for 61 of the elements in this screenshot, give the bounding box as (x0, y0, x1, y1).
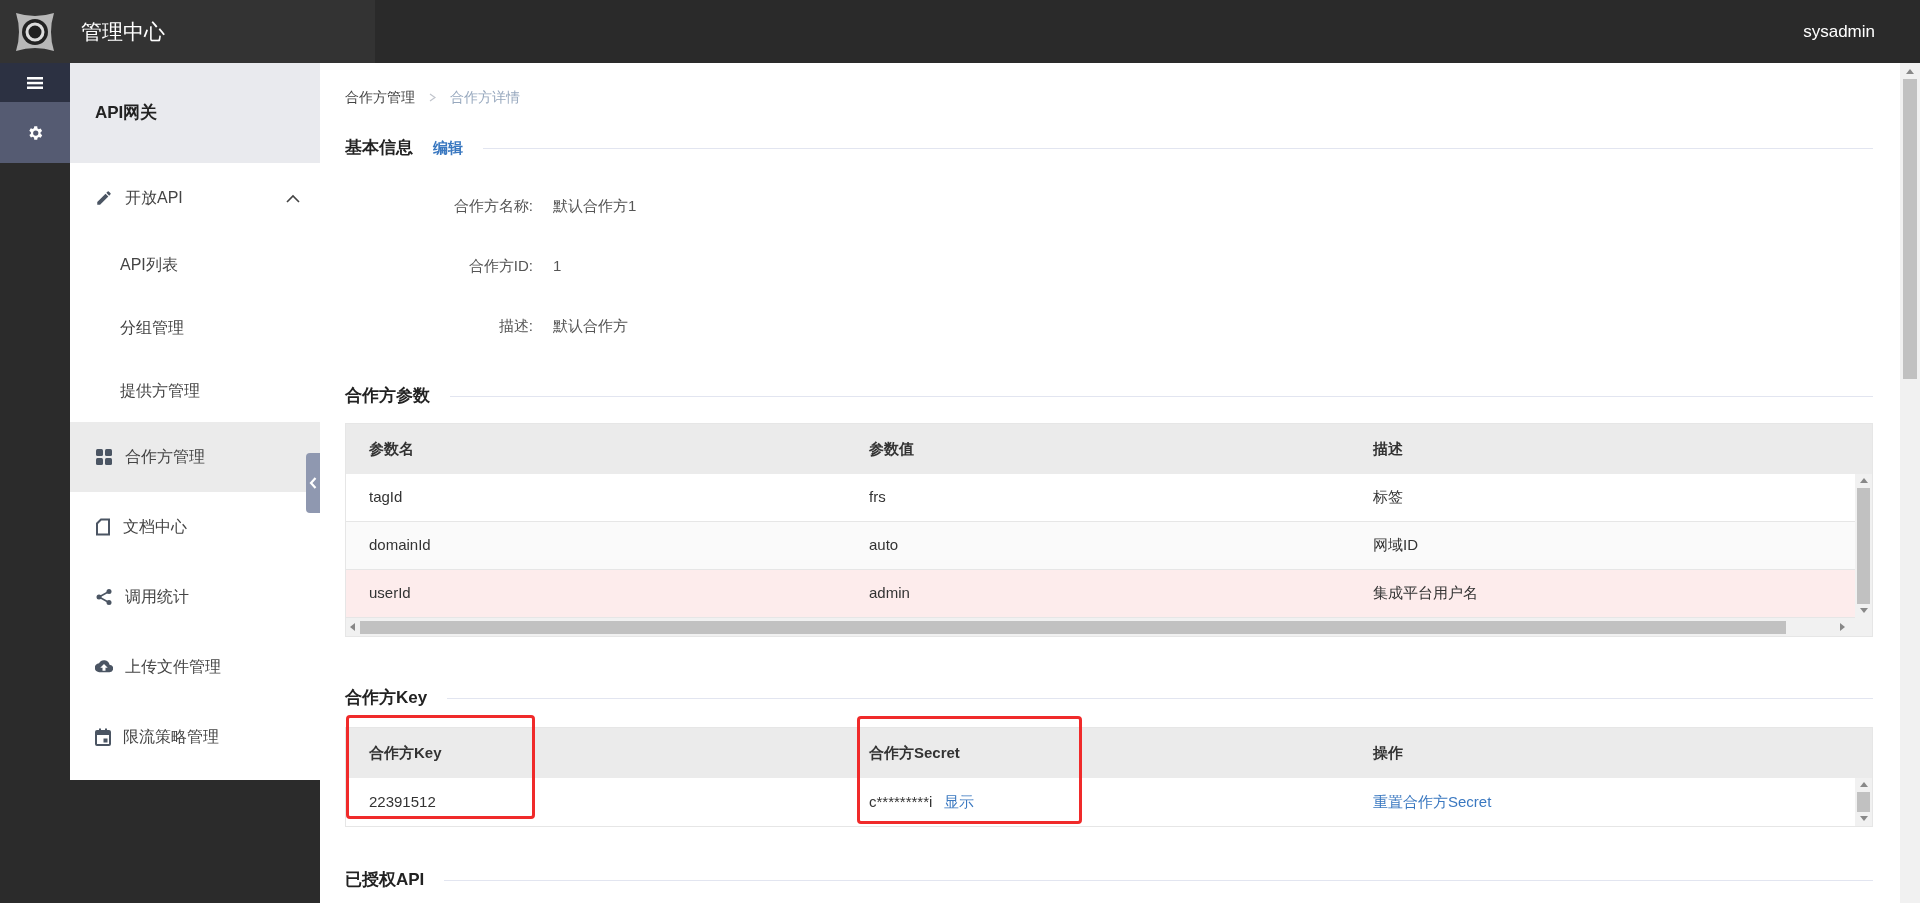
table-row[interactable]: userId admin 集成平台用户名 (346, 570, 1855, 618)
table-cell-text: userId (368, 583, 412, 604)
table-cell-text: 标签 (1372, 487, 1404, 508)
calendar-icon (95, 728, 111, 746)
table-row[interactable]: domainId auto 网域ID (346, 522, 1855, 570)
field-value: 默认合作方 (553, 315, 628, 336)
column-header: 合作方Secret (868, 742, 961, 763)
table-cell-text: tagId (368, 487, 404, 508)
pencil-icon (95, 189, 113, 207)
collapse-tab[interactable] (306, 453, 320, 513)
chevron-up-icon (286, 193, 300, 203)
field-value: 默认合作方1 (553, 195, 637, 216)
chevron-left-icon (309, 477, 317, 489)
username[interactable]: sysadmin (1803, 18, 1875, 45)
table-cell-text: frs (868, 487, 887, 508)
menu-icon (27, 75, 43, 90)
grid-icon (95, 448, 113, 466)
scroll-arrow-left-icon[interactable] (348, 622, 358, 632)
breadcrumb-item[interactable]: 合作方管理 (345, 86, 415, 108)
scroll-arrow-up-icon[interactable] (1858, 780, 1869, 790)
column-header: 参数值 (868, 438, 915, 459)
show-link[interactable]: 显示 (944, 790, 975, 814)
breadcrumb-separator-icon (429, 92, 436, 102)
field-label: 描述: (497, 315, 533, 336)
section-title: 基本信息 (345, 137, 413, 160)
section-title: 合作方Key (345, 687, 428, 710)
sidebar-header: API网关 (70, 63, 320, 163)
column-header: 操作 (1372, 742, 1404, 763)
cloud-upload-icon (95, 659, 113, 675)
share-icon (95, 588, 113, 606)
horizontal-scrollbar[interactable] (346, 618, 1872, 636)
field-label: 合作方名称: (452, 195, 533, 216)
vertical-scrollbar[interactable] (1855, 474, 1872, 618)
edit-link[interactable]: 编辑 (433, 136, 463, 160)
sidebar-item[interactable]: 合作方管理 (70, 422, 320, 492)
column-header: 合作方Key (368, 742, 443, 763)
reset-secret-link[interactable]: 重置合作方Secret (1373, 792, 1492, 810)
table-cell-text: c*********i (869, 791, 933, 812)
field-label: 合作方ID: (467, 255, 533, 276)
section-title: 已授权API (345, 869, 425, 892)
table-cell-text: admin (868, 583, 911, 604)
scroll-arrow-up-icon[interactable] (1858, 476, 1869, 486)
column-header: 参数名 (368, 438, 415, 459)
scroll-arrow-up-icon[interactable] (1905, 67, 1915, 77)
document-icon (95, 518, 111, 536)
field-value: 1 (553, 255, 562, 276)
section-title: 合作方参数 (345, 385, 430, 408)
settings-button[interactable] (0, 102, 70, 163)
breadcrumb-item: 合作方详情 (450, 87, 520, 107)
page-scrollbar[interactable] (1900, 63, 1920, 903)
table-cell-text: domainId (368, 535, 432, 556)
vertical-scrollbar[interactable] (1855, 778, 1872, 826)
column-header: 描述 (1372, 438, 1404, 459)
settings-icon (26, 123, 44, 142)
menu-button[interactable] (0, 63, 70, 102)
app-logo-icon (14, 10, 56, 53)
table-cell-text: auto (868, 535, 900, 556)
app-title: 管理中心 (81, 18, 165, 45)
table-cell-text: 22391512 (368, 791, 437, 812)
table-cell-text: 集成平台用户名 (1372, 583, 1479, 604)
table-cell-text: 网域ID (1372, 535, 1419, 556)
